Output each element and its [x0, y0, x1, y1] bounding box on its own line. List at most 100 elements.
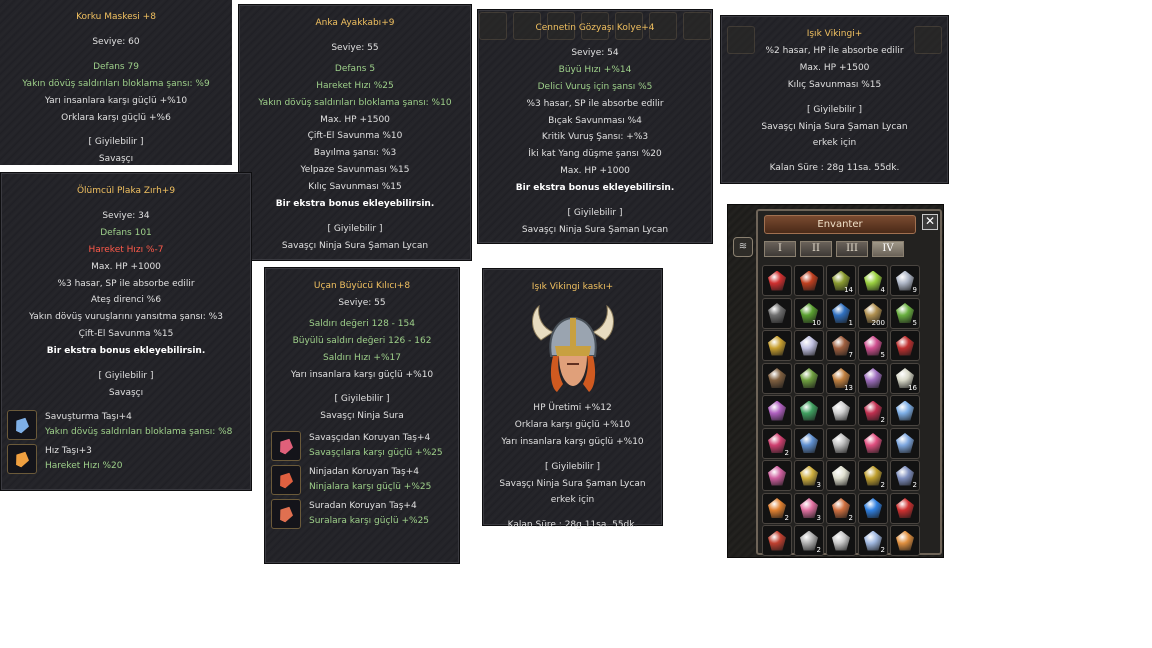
inventory-slot[interactable] [826, 395, 856, 426]
inventory-slot[interactable]: 2 [890, 460, 920, 491]
item-line: Yarı insanlara karşı güçlü +%10 [290, 369, 434, 380]
item-line: Kılıç Savunması %15 [787, 79, 882, 90]
item-count: 5 [912, 318, 917, 327]
item-count: 200 [871, 318, 885, 327]
inventory-slot[interactable] [794, 362, 824, 394]
inventory-slot[interactable] [794, 395, 824, 426]
item-line: Savaşçı Ninja Sura Şaman Lycan [499, 478, 646, 489]
inventory-slot[interactable] [762, 362, 792, 394]
inventory-slot[interactable] [794, 330, 824, 361]
inventory-slot[interactable]: 3 [794, 460, 824, 491]
inventory-slot[interactable]: 2 [794, 525, 824, 556]
stone-effect: Suralara karşı güçlü +%25 [309, 516, 430, 527]
inventory-slot[interactable]: 5 [890, 297, 920, 329]
item-line: Yarı insanlara karşı güçlü +%10 [501, 436, 644, 447]
inventory-slot[interactable] [762, 460, 792, 491]
inventory-slot[interactable]: 2 [858, 395, 888, 426]
inventory-slot[interactable]: 7 [826, 330, 856, 361]
inventory-slot[interactable] [890, 330, 920, 361]
wifi-icon[interactable]: ≋ [733, 237, 753, 257]
inventory-slot[interactable] [826, 427, 856, 459]
tab-iii[interactable]: III [836, 241, 868, 257]
blue-orb-icon [832, 303, 850, 323]
stone-effect: Savaşçılara karşı güçlü +%25 [309, 448, 443, 459]
inventory-slot[interactable] [890, 427, 920, 459]
item-line: Kılıç Savunması %15 [308, 182, 402, 193]
tab-ii[interactable]: II [800, 241, 832, 257]
item-count: 16 [908, 383, 917, 392]
inventory-slot[interactable] [762, 395, 792, 426]
item-line: Yakın dövüş vuruşlarını yansıtma şansı: … [29, 312, 223, 323]
inventory-slot[interactable]: 5 [858, 330, 888, 361]
red-stone-icon [768, 530, 786, 551]
inventory-slot[interactable] [794, 427, 824, 459]
inventory-slot[interactable]: 9 [890, 265, 920, 296]
gold-stone-icon [864, 465, 882, 486]
silver-stone-icon [832, 530, 850, 551]
inventory-slot[interactable] [890, 525, 920, 556]
item-count: 2 [912, 481, 917, 489]
red-stone-icon [864, 400, 882, 421]
green-gem-icon [864, 270, 882, 291]
item-line: Seviye: 54 [571, 47, 619, 58]
inventory-slot[interactable]: 10 [794, 297, 824, 329]
silver-stone-icon [800, 530, 818, 551]
stone-name: Hız Taşı+3 [45, 445, 92, 456]
item-line: Delici Vuruş için şansı %5 [537, 81, 653, 92]
socket-stone: Hız Taşı+3 Hareket Hızı %20 [7, 443, 251, 474]
inventory-slot[interactable]: 2 [762, 492, 792, 524]
item-title: Uçan Büyücü Kılıcı+8 [313, 281, 411, 291]
inventory-title[interactable]: Envanter [764, 215, 916, 234]
item-count: 3 [816, 481, 821, 489]
tooltip-ucan-buyucu-kilici: Uçan Büyücü Kılıcı+8 Seviye: 55 Saldırı … [264, 267, 460, 564]
item-count: 10 [812, 318, 821, 327]
tooltip-olumcul-plaka-zirh: Ölümcül Plaka Zırh+9 Seviye: 34 Defans 1… [0, 172, 252, 491]
tab-iv[interactable]: IV [872, 241, 904, 257]
item-count: 2 [784, 513, 789, 522]
inventory-slot[interactable] [858, 362, 888, 394]
brown-book-icon [768, 368, 786, 388]
tab-i[interactable]: I [764, 241, 796, 257]
inventory-slot[interactable]: 16 [890, 362, 920, 394]
inventory-slot[interactable] [762, 525, 792, 556]
close-button[interactable]: ✕ [922, 214, 938, 230]
inventory-slot[interactable]: 14 [826, 265, 856, 296]
item-line: [ Giyilebilir ] [567, 208, 623, 219]
inventory-slot[interactable]: 4 [858, 265, 888, 296]
inventory-slot[interactable]: 2 [858, 525, 888, 556]
inventory-slot[interactable] [762, 265, 792, 296]
item-line: %3 hasar, SP ile absorbe edilir [57, 278, 195, 289]
inventory-slot[interactable]: 13 [826, 362, 856, 394]
item-line: [ Giyilebilir ] [88, 137, 144, 148]
item-line: Defans 79 [93, 61, 139, 72]
inventory-slot[interactable] [762, 297, 792, 329]
item-line: Ateş direnci %6 [90, 295, 162, 306]
inventory-slot[interactable] [762, 330, 792, 361]
inventory-slot[interactable] [890, 492, 920, 524]
item-line: Seviye: 34 [102, 210, 150, 221]
inventory-slot[interactable]: 2 [762, 427, 792, 459]
inventory-slot[interactable]: 1 [826, 297, 856, 329]
item-line: Hareket Hızı %25 [316, 80, 394, 91]
inventory-slot[interactable]: 3 [794, 492, 824, 524]
inventory-slot[interactable] [858, 427, 888, 459]
item-count: 13 [844, 383, 853, 392]
inventory-slot[interactable] [858, 492, 888, 524]
blue-stone-icon [800, 433, 818, 453]
inventory-slot[interactable]: 2 [858, 460, 888, 491]
inventory-slot[interactable] [890, 395, 920, 426]
item-count: 14 [844, 286, 853, 294]
inventory-slot[interactable] [826, 525, 856, 556]
inventory-slot[interactable]: 200 [858, 297, 888, 329]
item-count: 5 [880, 351, 885, 359]
blue-stone-icon [896, 433, 914, 453]
stone-effect: Yakın dövüş saldırıları bloklama şansı: … [45, 426, 233, 437]
tooltip-isik-vikingi-kaski: Işık Vikingi kaskı+ HP Üretimi +%12 Orkl… [482, 268, 663, 530]
stone-name: Ninjadan Koruyan Taş+4 [309, 467, 419, 478]
inventory-slot[interactable] [826, 460, 856, 491]
item-count: 2 [880, 416, 885, 424]
stone-effect: Hareket Hızı %20 [45, 460, 123, 471]
inventory-slot[interactable]: 2 [826, 492, 856, 524]
inventory-slot[interactable] [794, 265, 824, 296]
item-line: Kalan Süre : 28g 11sa. 55dk. [769, 163, 900, 174]
